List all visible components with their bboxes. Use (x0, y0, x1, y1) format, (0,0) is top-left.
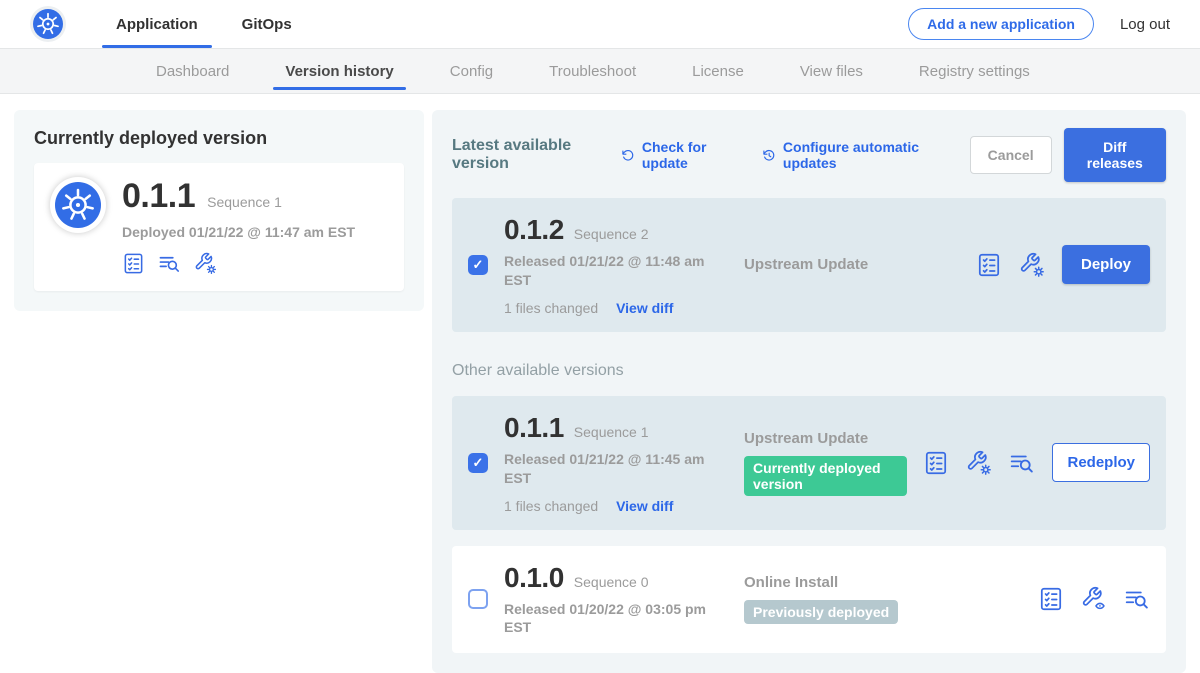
app-logo (30, 6, 66, 42)
view-files-icon[interactable] (158, 252, 181, 275)
version-checkbox[interactable] (468, 589, 488, 609)
redeploy-button[interactable]: Redeploy (1052, 443, 1150, 482)
tab-registry-settings-label: Registry settings (919, 63, 1030, 80)
view-config-icon[interactable] (1081, 586, 1107, 612)
tab-license-label: License (692, 63, 744, 80)
release-notes-icon[interactable] (976, 252, 1002, 278)
tab-config[interactable]: Config (422, 49, 521, 93)
sequence-label: Sequence 0 (574, 574, 649, 590)
released-timestamp: Released 01/20/22 @ 03:05 pm EST (504, 600, 716, 638)
check-for-update-button[interactable]: Check for update (621, 139, 738, 171)
version-source-label: Upstream Update (744, 430, 907, 447)
deployed-timestamp: Deployed 01/21/22 @ 11:47 am EST (122, 224, 355, 240)
release-notes-icon[interactable] (122, 252, 145, 275)
tab-application[interactable]: Application (94, 0, 220, 48)
view-diff-link[interactable]: View diff (616, 498, 673, 514)
refresh-icon (621, 147, 635, 164)
checkmark-icon: ✓ (473, 257, 484, 273)
version-checkbox[interactable]: ✓ (468, 255, 488, 275)
sequence-label: Sequence 2 (574, 226, 649, 242)
version-source-label: Online Install (744, 574, 1022, 591)
tab-troubleshoot-label: Troubleshoot (549, 63, 636, 80)
release-notes-icon[interactable] (923, 450, 949, 476)
schedule-icon (762, 147, 776, 164)
deployed-version-card: 0.1.1 Sequence 1 Deployed 01/21/22 @ 11:… (34, 163, 404, 291)
app-sub-nav: Dashboard Version history Config Trouble… (0, 48, 1200, 94)
files-changed-label: 1 files changed (504, 498, 598, 514)
tab-troubleshoot[interactable]: Troubleshoot (521, 49, 664, 93)
previously-deployed-badge: Previously deployed (744, 600, 898, 624)
tab-gitops[interactable]: GitOps (220, 0, 314, 48)
version-row: ✓ 0.1.1 Sequence 1 Released 01/21/22 @ 1… (452, 396, 1166, 530)
edit-config-icon[interactable] (194, 252, 217, 275)
tab-version-history[interactable]: Version history (257, 49, 421, 93)
version-row: 0.1.0 Sequence 0 Released 01/20/22 @ 03:… (452, 546, 1166, 654)
tab-config-label: Config (450, 63, 493, 80)
version-number: 0.1.0 (504, 562, 564, 594)
tab-registry-settings[interactable]: Registry settings (891, 49, 1058, 93)
tab-dashboard[interactable]: Dashboard (128, 49, 257, 93)
checkmark-icon: ✓ (473, 455, 484, 471)
released-timestamp: Released 01/21/22 @ 11:45 am EST (504, 450, 716, 488)
configure-automatic-updates-button[interactable]: Configure automatic updates (762, 139, 946, 171)
add-new-application-button[interactable]: Add a new application (908, 8, 1094, 40)
configure-automatic-updates-label: Configure automatic updates (783, 139, 946, 171)
tab-dashboard-label: Dashboard (156, 63, 229, 80)
version-history-panel: Latest available version Check for updat… (432, 110, 1186, 673)
latest-available-title: Latest available version (452, 137, 605, 173)
currently-deployed-title: Currently deployed version (34, 128, 404, 149)
top-nav: Application GitOps Add a new application… (0, 0, 1200, 48)
tab-gitops-label: GitOps (242, 16, 292, 33)
edit-config-icon[interactable] (1019, 252, 1045, 278)
deployed-version-number: 0.1.1 (122, 177, 195, 216)
kubernetes-icon (55, 182, 101, 228)
version-checkbox[interactable]: ✓ (468, 453, 488, 473)
version-row: ✓ 0.1.2 Sequence 2 Released 01/21/22 @ 1… (452, 198, 1166, 332)
app-icon-circle (50, 177, 106, 233)
version-source-label: Upstream Update (744, 256, 960, 273)
currently-deployed-badge: Currently deployed version (744, 456, 907, 496)
version-number: 0.1.2 (504, 214, 564, 246)
tab-view-files-label: View files (800, 63, 863, 80)
tab-application-label: Application (116, 16, 198, 33)
deploy-button[interactable]: Deploy (1062, 245, 1150, 284)
other-versions-title: Other available versions (452, 362, 1166, 380)
release-notes-icon[interactable] (1038, 586, 1064, 612)
top-nav-tabs: Application GitOps (94, 0, 314, 48)
view-files-icon[interactable] (1009, 450, 1035, 476)
check-for-update-label: Check for update (642, 139, 738, 171)
view-files-icon[interactable] (1124, 586, 1150, 612)
released-timestamp: Released 01/21/22 @ 11:48 am EST (504, 252, 716, 290)
tab-view-files[interactable]: View files (772, 49, 891, 93)
logout-button[interactable]: Log out (1120, 16, 1170, 33)
tab-version-history-label: Version history (285, 63, 393, 80)
view-diff-link[interactable]: View diff (616, 300, 673, 316)
tab-license[interactable]: License (664, 49, 772, 93)
version-number: 0.1.1 (504, 412, 564, 444)
cancel-button[interactable]: Cancel (970, 136, 1052, 174)
deployed-sequence-label: Sequence 1 (207, 194, 282, 210)
sequence-label: Sequence 1 (574, 424, 649, 440)
files-changed-label: 1 files changed (504, 300, 598, 316)
edit-config-icon[interactable] (966, 450, 992, 476)
diff-releases-button[interactable]: Diff releases (1064, 128, 1166, 182)
currently-deployed-card: Currently deployed version 0.1.1 Sequenc… (14, 110, 424, 311)
kubernetes-icon (33, 9, 63, 39)
